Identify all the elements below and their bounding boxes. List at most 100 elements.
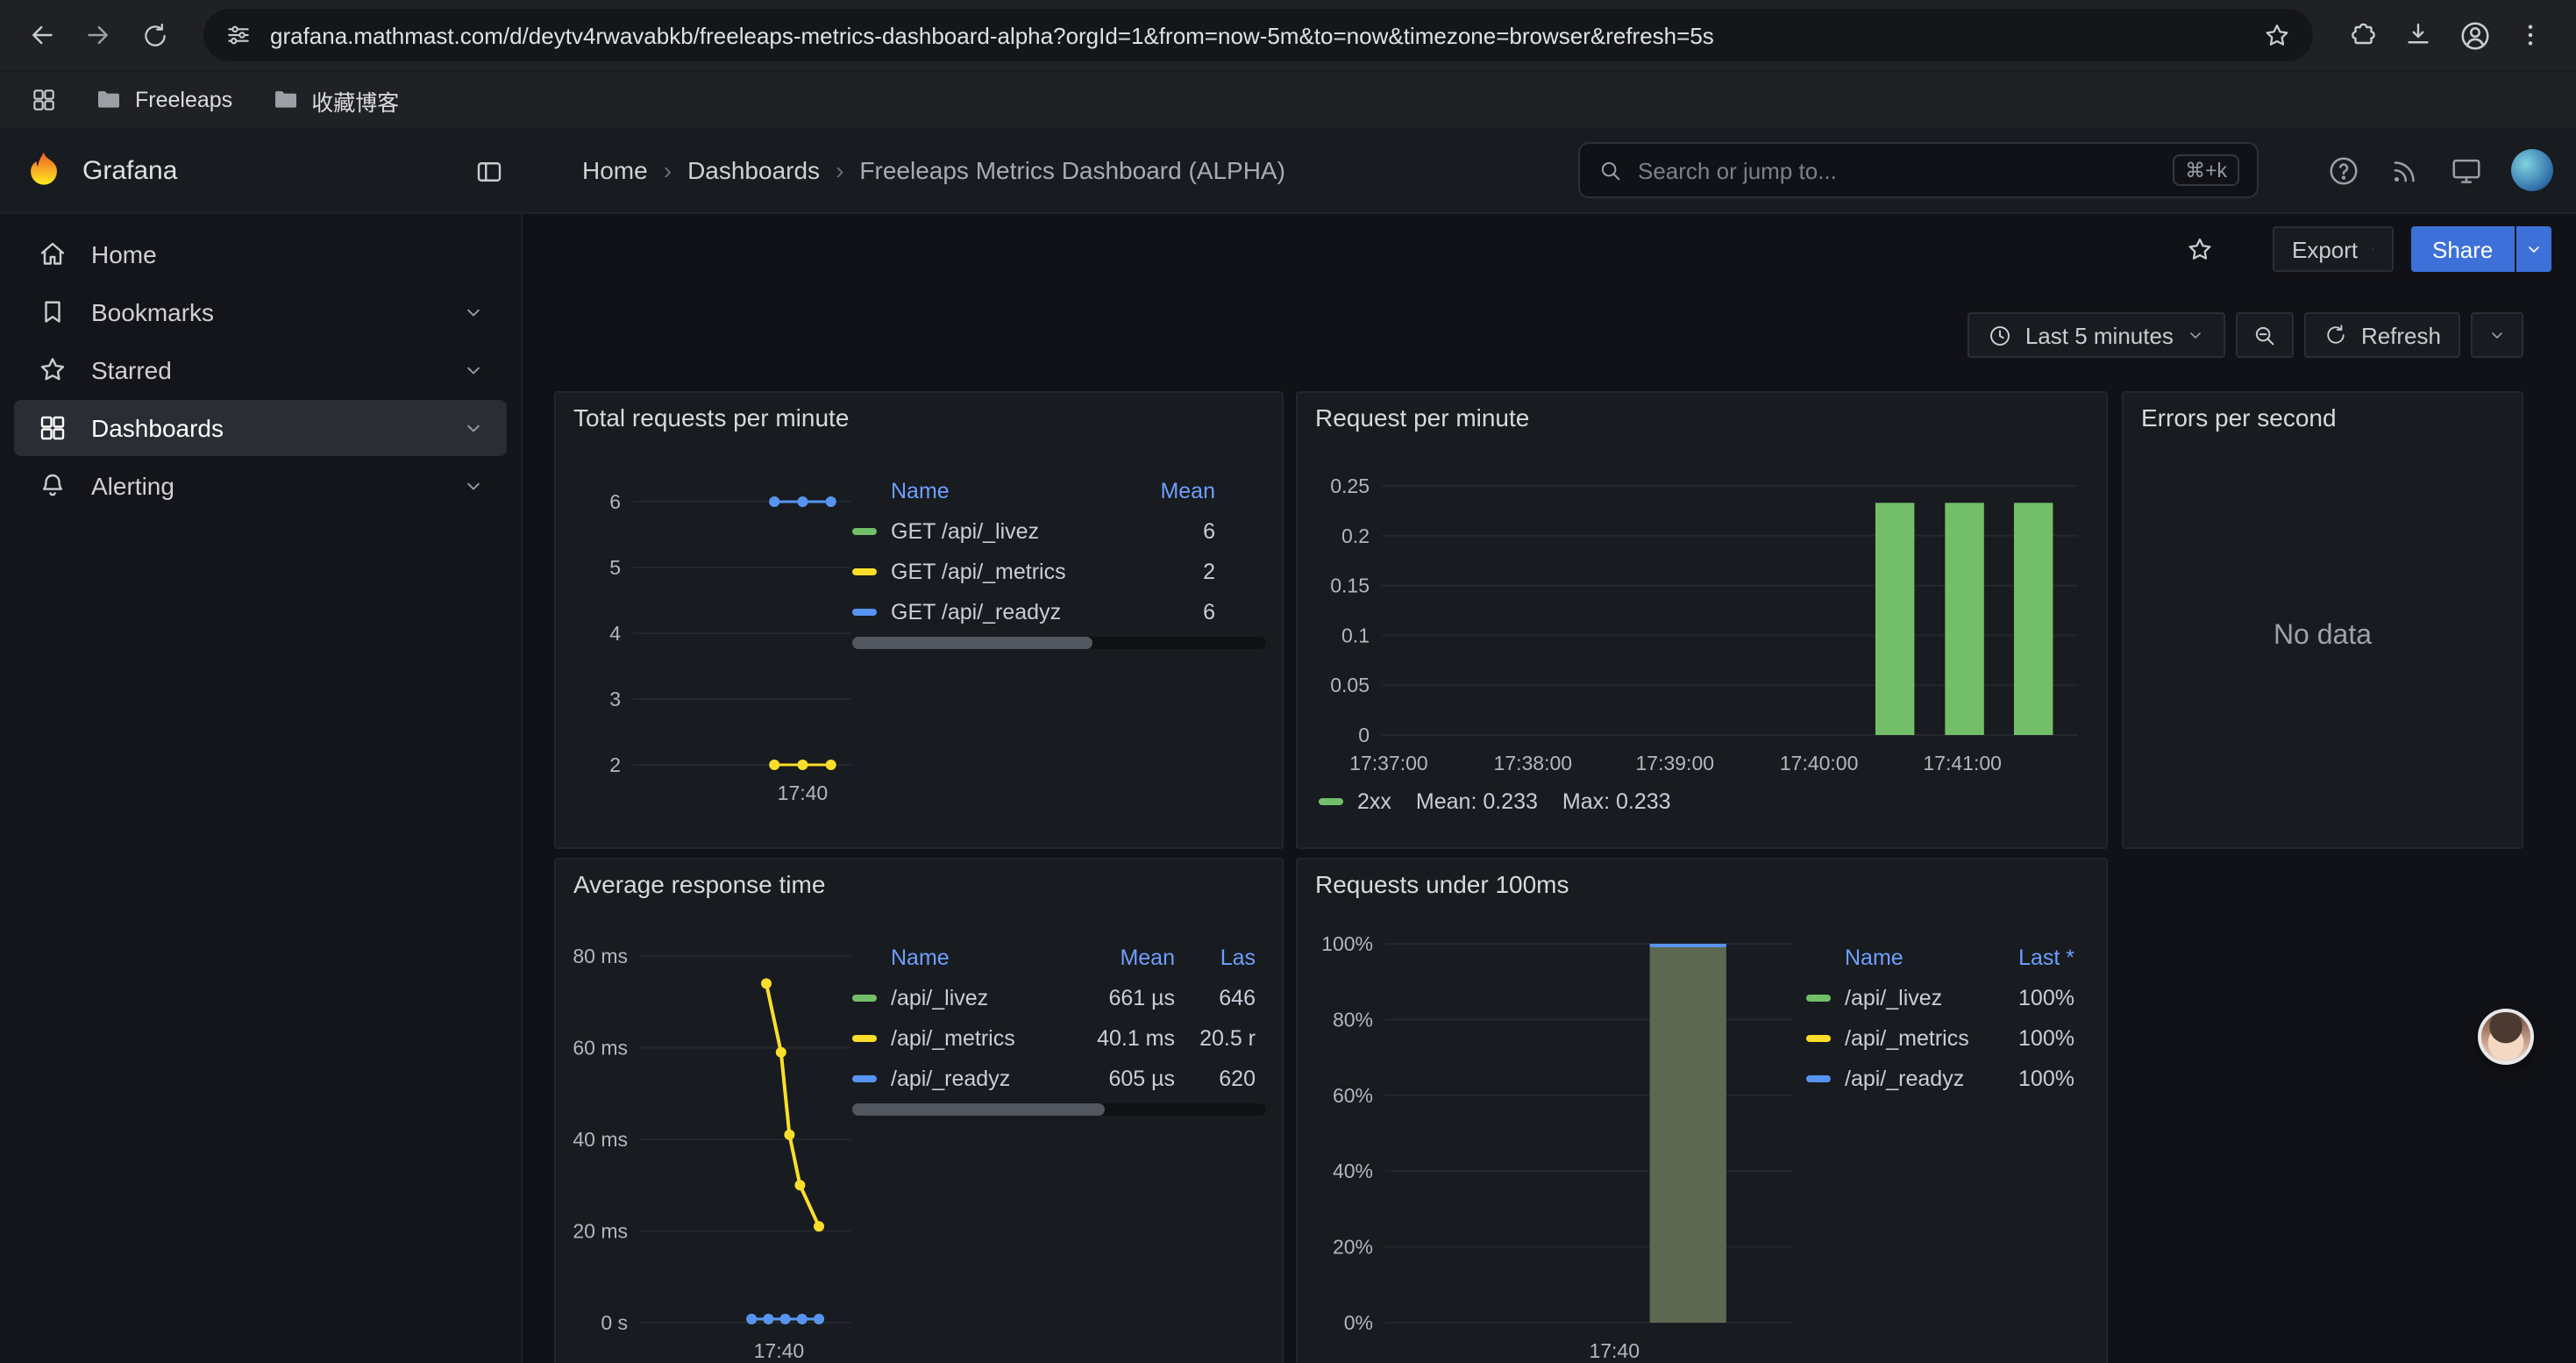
legend-header-last[interactable]: Las [1175,945,1256,969]
legend-row: GET /api/_readyz 6 [852,591,1271,632]
svg-text:17:38:00: 17:38:00 [1494,752,1573,774]
sidebar-item-starred[interactable]: Starred [14,342,507,398]
news-rss-icon[interactable] [2388,153,2422,187]
sidebar-toggle-button[interactable] [466,149,512,195]
breadcrumb-dashboards[interactable]: Dashboards [687,156,820,184]
svg-text:0 s: 0 s [601,1311,628,1334]
search-placeholder: Search or jump to... [1638,157,2173,183]
legend-table: Name Last * /api/_livez 100% /api/_metri… [1806,937,2096,1098]
dock-sidebar-icon [473,156,505,188]
browser-profile-button[interactable] [2446,7,2502,63]
legend-table: Name Mean GET /api/_livez 6 GET [852,470,1271,632]
back-button[interactable] [14,7,70,63]
series-name[interactable]: /api/_readyz [891,1066,1084,1090]
series-name[interactable]: /api/_livez [891,985,1084,1010]
legend-hscrollbar[interactable] [852,1103,1266,1116]
export-button[interactable]: Export [2273,226,2394,272]
series-swatch [1806,1034,1831,1041]
panel-title[interactable]: Request per minute [1315,403,1529,432]
bookmark-star-icon[interactable] [2262,20,2292,50]
chevron-down-icon[interactable] [461,474,486,498]
legend-hscrollbar-thumb[interactable] [852,1103,1105,1116]
screen-icon[interactable] [2450,153,2483,187]
series-name[interactable]: /api/_metrics [891,1025,1084,1050]
legend-hscrollbar-thumb[interactable] [852,637,1092,649]
sidebar-item-alerting[interactable]: Alerting [14,458,507,514]
breadcrumb-home[interactable]: Home [582,156,648,184]
site-info-icon[interactable] [224,21,253,49]
legend-header-mean[interactable]: Mean [1084,945,1175,969]
svg-text:0.1: 0.1 [1341,624,1370,646]
search-shortcut-kbd: ⌘+k [2173,154,2239,186]
floating-user-avatar[interactable] [2478,1009,2534,1065]
series-last: 100% [1990,985,2096,1010]
average-response-time-chart[interactable]: 80 ms60 ms40 ms20 ms0 s17:40 [563,930,872,1363]
downloads-button[interactable] [2390,7,2446,63]
search-input[interactable]: Search or jump to... ⌘+k [1578,142,2259,198]
series-name[interactable]: 2xx [1357,789,1391,814]
chevron-down-icon[interactable] [461,300,486,325]
time-range-picker[interactable]: Last 5 minutes [1968,312,2226,358]
refresh-interval-button[interactable] [2471,312,2523,358]
series-name[interactable]: /api/_readyz [1845,1066,1990,1090]
panel-title[interactable]: Errors per second [2141,403,2337,432]
requests-under-100ms-chart[interactable]: 100%80%60%40%20%0%17:40 [1305,930,1813,1363]
total-requests-chart[interactable]: 6543217:40 [563,470,872,838]
series-swatch [1319,798,1343,805]
bookmark-folder-freeleaps[interactable]: Freeleaps [84,81,243,119]
panel-average-response-time: Average response time 80 ms60 ms40 ms20 … [554,858,1284,1363]
svg-text:40 ms: 40 ms [573,1128,628,1151]
extensions-button[interactable] [2334,7,2390,63]
grafana-brand[interactable]: Grafana [21,128,177,212]
legend-hscrollbar[interactable] [852,637,1266,649]
zoom-out-button[interactable] [2237,312,2295,358]
legend-row: /api/_metrics 100% [1806,1017,2096,1058]
forward-button[interactable] [70,7,126,63]
series-name[interactable]: /api/_metrics [1845,1025,1990,1050]
favorite-dashboard-button[interactable] [2176,226,2222,272]
url-bar[interactable]: grafana.mathmast.com/d/deytv4rwavabkb/fr… [203,9,2313,61]
legend-header-name[interactable]: Name [891,478,1136,503]
legend-row: /api/_metrics 40.1 ms 20.5 r [852,1017,1271,1058]
legend-header-name[interactable]: Name [891,945,1084,969]
panel-request-per-minute: Request per minute 0.250.20.150.10.05017… [1296,391,2108,849]
clock-icon [1987,322,2013,348]
legend-row: /api/_livez 661 µs 646 [852,977,1271,1017]
apps-grid-icon [30,86,58,114]
series-swatch [852,527,877,534]
share-menu-button[interactable] [2516,226,2551,272]
sidebar-item-bookmarks[interactable]: Bookmarks [14,284,507,340]
svg-text:100%: 100% [1321,932,1373,955]
series-name[interactable]: GET /api/_readyz [891,599,1136,624]
chevron-down-icon[interactable] [461,416,486,440]
series-name[interactable]: GET /api/_metrics [891,559,1136,583]
chevron-down-icon[interactable] [461,358,486,382]
panel-title[interactable]: Average response time [573,870,825,898]
series-name[interactable]: /api/_livez [1845,985,1990,1010]
legend-header-mean[interactable]: Mean [1136,478,1215,503]
grafana-user-avatar[interactable] [2511,149,2553,191]
svg-text:3: 3 [609,688,621,710]
apps-grid-button[interactable] [21,77,67,123]
share-button[interactable]: Share [2411,226,2514,272]
bookmark-folder-blogs[interactable]: 收藏博客 [260,78,409,122]
reload-button[interactable] [126,7,182,63]
panel-title[interactable]: Requests under 100ms [1315,870,1569,898]
svg-text:17:41:00: 17:41:00 [1923,752,2002,774]
sidebar-item-home[interactable]: Home [14,226,507,282]
series-name[interactable]: GET /api/_livez [891,518,1136,543]
help-icon[interactable] [2327,153,2360,187]
request-per-minute-chart[interactable]: 0.250.20.150.10.05017:37:0017:38:0017:39… [1305,470,2103,777]
puzzle-icon [2346,19,2378,51]
legend-header-name[interactable]: Name [1845,945,1990,969]
home-icon [35,239,70,270]
legend-header-last[interactable]: Last * [1990,945,2096,969]
panel-title[interactable]: Total requests per minute [573,403,849,432]
brand-name: Grafana [82,155,177,185]
svg-text:4: 4 [609,622,621,645]
refresh-button[interactable]: Refresh [2305,312,2460,358]
sidebar-item-label: Home [91,240,157,268]
browser-menu-button[interactable] [2502,7,2558,63]
sidebar-item-dashboards[interactable]: Dashboards [14,400,507,456]
bookmark-icon [35,296,70,328]
